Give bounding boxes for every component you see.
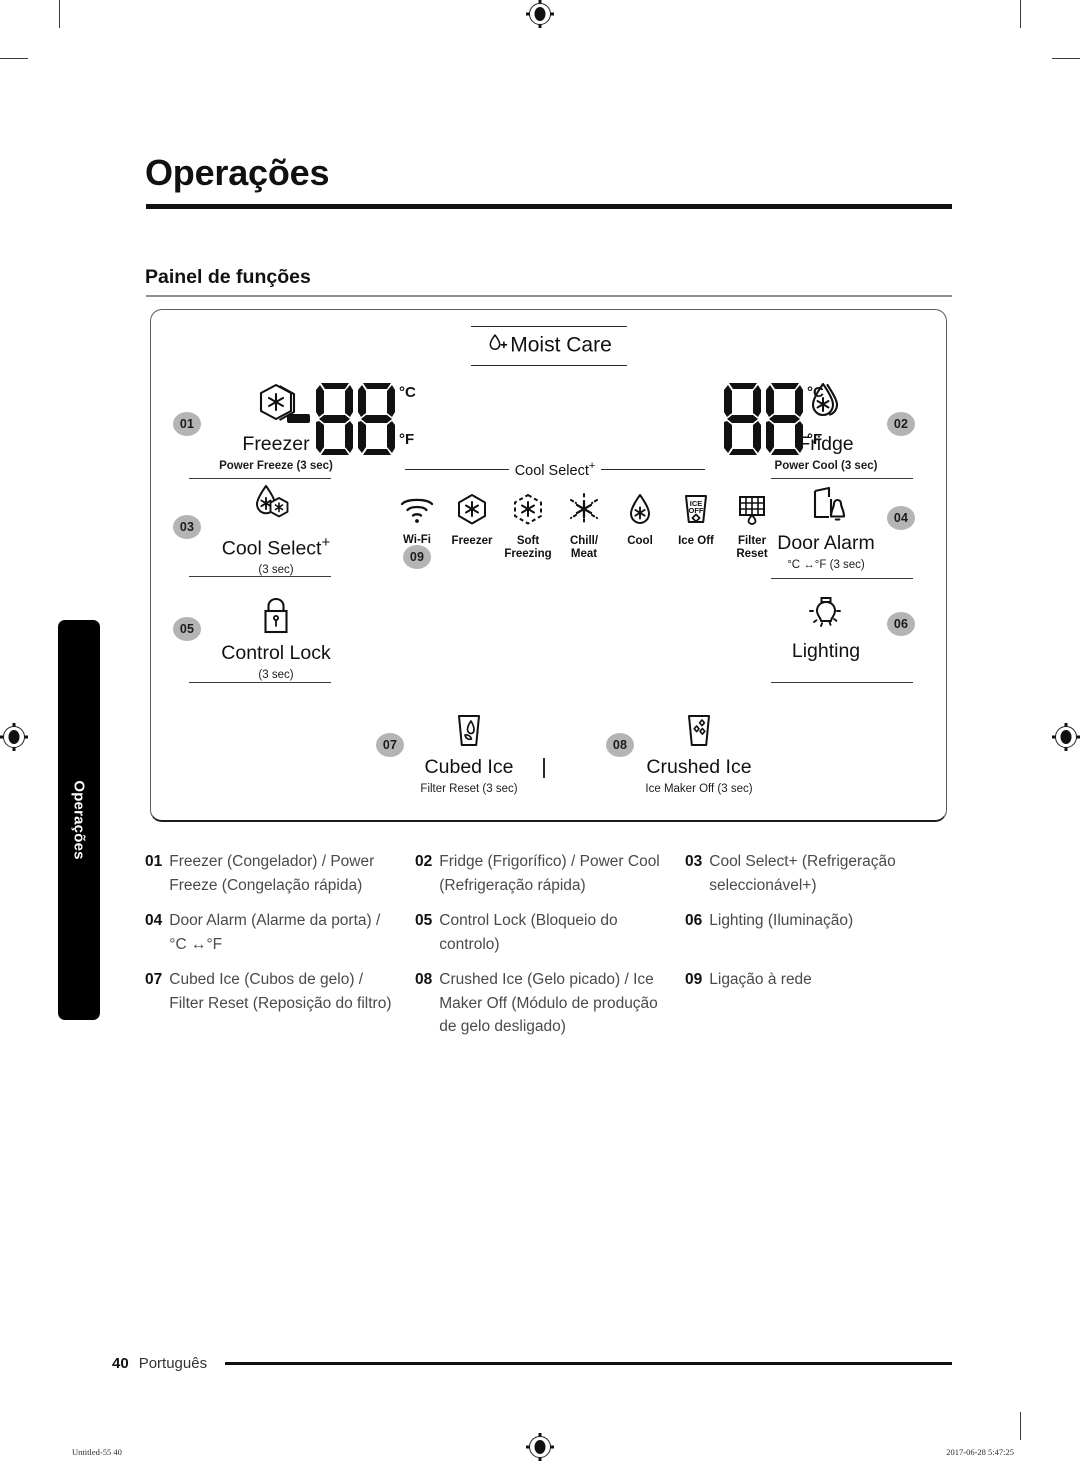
water-drop-plus-icon: [486, 331, 510, 360]
legend-item-text: Freezer (Congelador) / Power Freeze (Con…: [169, 853, 375, 894]
control-lock-sublabel: (3 sec): [258, 668, 294, 681]
badge-09: 09: [403, 545, 431, 569]
print-meta-left: Untitled-55 40: [72, 1447, 122, 1457]
fridge-button-label: Fridge: [798, 433, 854, 455]
legend-item-number: 04: [145, 912, 163, 930]
control-panel-diagram: Moist Care 01 Freezer Power Freeze (3 se…: [150, 309, 947, 822]
legend-item-number: 09: [685, 971, 703, 989]
legend-item: 06 Lighting (Iluminação): [685, 909, 955, 956]
droplet-snowflake-hexagon-icon: [248, 485, 304, 532]
moist-care-indicator: Moist Care: [471, 326, 627, 366]
legend-item-number: 02: [415, 853, 433, 870]
legend-item-text: Cool Select+ (Refrigeração seleccionável…: [709, 853, 896, 894]
cool-select-plus-superscript: +: [321, 534, 331, 551]
glass-crushed-ice-icon: [681, 715, 717, 755]
legend-item: 03 Cool Select+ (Refrigeração seleccioná…: [685, 850, 955, 897]
cool-select-section-divider: [189, 576, 331, 578]
chapter-side-tab: Operações: [58, 620, 100, 1020]
legend-item-number: 06: [685, 912, 703, 930]
fridge-button[interactable]: Fridge Power Cool (3 sec): [741, 380, 911, 472]
moist-care-label: Moist Care: [510, 333, 612, 357]
droplet-snowflake-icon: [801, 382, 851, 432]
legend-item-text: Control Lock (Bloqueio do controlo): [439, 912, 618, 953]
chapter-title-rule: [146, 204, 952, 209]
control-lock-section-divider: [189, 682, 331, 684]
cool-select-plus-button[interactable]: Cool Select+ (3 sec): [191, 482, 361, 577]
crushed-ice-sublabel: Ice Maker Off (3 sec): [645, 782, 753, 795]
page-title: Operações: [145, 152, 330, 193]
legend-item-number: 03: [685, 853, 703, 870]
cool-select-strip-header: Cool Select+: [405, 460, 705, 479]
door-alarm-section-divider: [771, 578, 913, 580]
legend-item-text: Door Alarm (Alarme da porta) / °C ↔°F: [169, 912, 381, 953]
crushed-ice-label: Crushed Ice: [646, 756, 752, 778]
control-lock-label: Control Lock: [221, 642, 331, 664]
chapter-side-tab-label: Operações: [70, 780, 88, 860]
page-language: Português: [138, 1355, 208, 1372]
svg-text:OFF: OFF: [689, 506, 704, 515]
footer-rule: [225, 1362, 952, 1365]
page-number: 40: [112, 1355, 129, 1372]
crushed-ice-button[interactable]: Crushed Ice Ice Maker Off (3 sec): [629, 713, 769, 795]
wifi-icon: [398, 498, 436, 529]
control-lock-button[interactable]: Control Lock (3 sec): [191, 595, 361, 681]
fridge-section-divider: [771, 478, 913, 480]
legend-item-text: Cubed Ice (Cubos de gelo) / Filter Reset…: [169, 971, 392, 1012]
glass-cubed-ice-icon: [451, 715, 487, 755]
section-title-rule: [146, 295, 952, 297]
legend-item-text: Ligação à rede: [709, 971, 812, 989]
lighting-button[interactable]: Lighting: [741, 593, 911, 662]
legend-item-number: 07: [145, 971, 163, 989]
legend-item-text: Lighting (Iluminação): [709, 912, 854, 930]
dashed-snowflake-icon: [566, 493, 602, 530]
legend-item-number: 01: [145, 853, 163, 870]
legend-item-text: Fridge (Frigorífico) / Power Cool (Refri…: [439, 853, 660, 894]
cool-select-plus-sublabel: (3 sec): [258, 564, 294, 576]
legend-item-number: 08: [415, 971, 433, 989]
door-bell-icon: [797, 486, 855, 531]
door-alarm-label: Door Alarm: [777, 532, 875, 554]
freezer-section-divider: [189, 478, 331, 480]
legend-item: 05 Control Lock (Bloqueio do controlo): [415, 909, 685, 956]
cool-select-header-rule-left: [405, 468, 509, 471]
legend-item: 04 Door Alarm (Alarme da porta) / °C ↔°F: [145, 909, 415, 956]
door-alarm-button[interactable]: Door Alarm °C ↔°F (3 sec): [741, 485, 911, 571]
lighting-section-divider: [771, 682, 913, 684]
door-alarm-sublabel: °C ↔°F (3 sec): [787, 558, 865, 571]
legend-item: 01 Freezer (Congelador) / Power Freeze (…: [145, 850, 415, 897]
padlock-icon: [259, 597, 293, 641]
cubed-ice-label: Cubed Ice: [424, 756, 514, 778]
legend-grid: 01 Freezer (Congelador) / Power Freeze (…: [145, 850, 955, 1039]
legend-item-number: 05: [415, 912, 433, 930]
cubed-ice-sublabel: Filter Reset (3 sec): [420, 782, 518, 795]
freezer-unit-fahrenheit: °F: [399, 431, 415, 448]
ice-buttons-separator: [543, 758, 545, 778]
cool-select-header-rule-right: [601, 468, 705, 471]
freezer-unit-celsius: °C: [399, 384, 416, 401]
cool-select-strip-label: Cool Select+: [514, 460, 596, 479]
lighting-label: Lighting: [791, 640, 861, 662]
droplet-snowflake-icon: [622, 494, 658, 530]
legend-item: 08 Crushed Ice (Gelo picado) / Ice Maker…: [415, 968, 685, 1039]
freezer-temperature-display: °C °F: [287, 377, 417, 466]
print-meta-right: 2017-06-28 5:47:25: [946, 1447, 1014, 1457]
section-title: Painel de funções: [145, 266, 311, 288]
cool-select-plus-label: Cool Select+: [221, 534, 331, 560]
glass-ice-off-icon: ICE OFF: [678, 495, 714, 530]
legend-item: 09 Ligação à rede: [685, 968, 955, 1039]
legend-item: 02 Fridge (Frigorífico) / Power Cool (Re…: [415, 850, 685, 897]
dashed-hexagon-snowflake-icon: [510, 494, 546, 530]
cubed-ice-button[interactable]: Cubed Ice Filter Reset (3 sec): [399, 713, 539, 795]
hexagon-snowflake-icon: [454, 494, 490, 530]
page-footer: 40 Português: [112, 1355, 952, 1372]
legend-item-text: Crushed Ice (Gelo picado) / Ice Maker Of…: [439, 971, 658, 1036]
light-bulb-icon: [803, 597, 849, 637]
fridge-button-sublabel: Power Cool (3 sec): [774, 459, 878, 472]
legend-item: 07 Cubed Ice (Cubos de gelo) / Filter Re…: [145, 968, 415, 1039]
